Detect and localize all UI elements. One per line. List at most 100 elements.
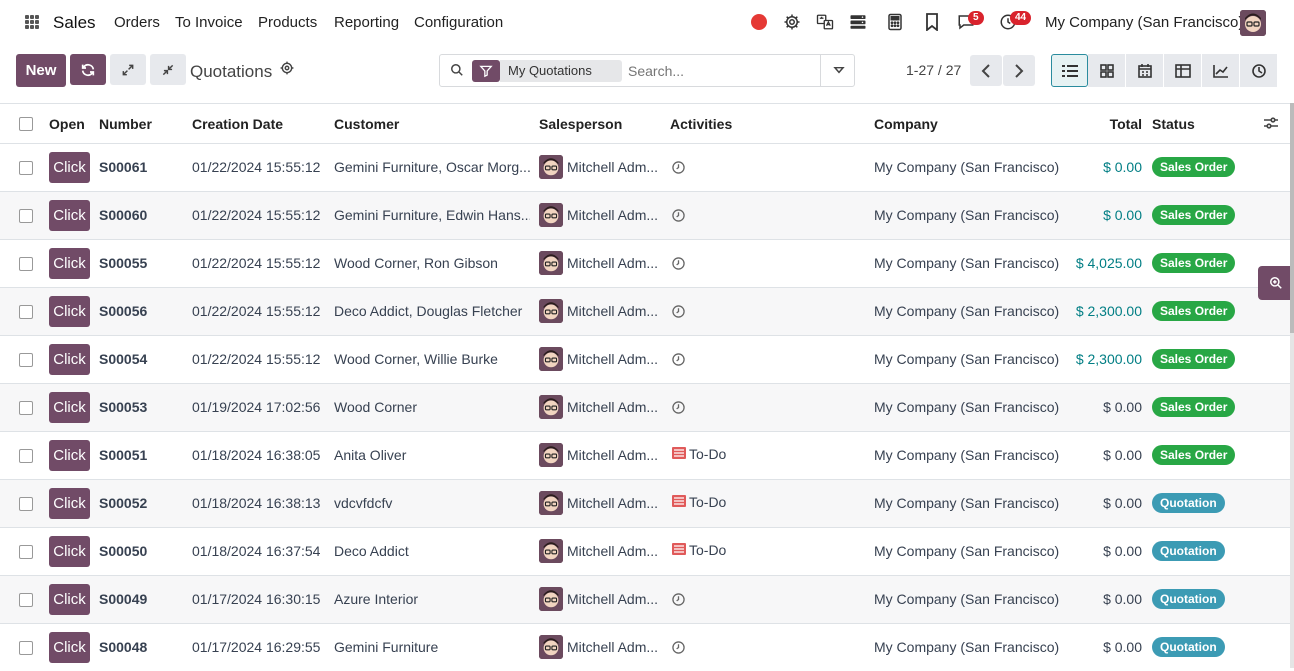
col-activities[interactable]: Activities [670,116,732,132]
open-row-button[interactable]: Click [49,248,90,279]
row-total: $ 0.00 [1103,543,1142,559]
activity-clock-icon[interactable] [672,353,685,369]
table-row[interactable]: Click S00056 01/22/2024 15:55:12 Deco Addic… [0,287,1290,335]
search-icon[interactable] [450,63,464,80]
search-facet-my-quotations[interactable]: My Quotations [500,60,622,82]
open-row-button[interactable]: Click [49,344,90,375]
table-row[interactable]: Click S00048 01/17/2024 16:29:55 Gemini Fur… [0,623,1290,671]
col-number[interactable]: Number [99,116,152,132]
open-row-button[interactable]: Click [49,296,90,327]
col-customer[interactable]: Customer [334,116,399,132]
row-checkbox[interactable] [19,161,33,175]
list-view-icon [1061,64,1078,77]
open-row-button[interactable]: Click [49,152,90,183]
open-row-button[interactable]: Click [49,632,90,663]
row-checkbox[interactable] [19,449,33,463]
calculator-icon[interactable] [885,12,905,32]
bookmark-icon[interactable] [922,12,942,32]
pager-value[interactable]: 1-27 / 27 [906,62,961,78]
open-row-button[interactable]: Click [49,536,90,567]
row-total: $ 2,300.00 [1075,351,1142,367]
row-checkbox[interactable] [19,257,33,271]
activity-clock-icon[interactable] [672,305,685,321]
row-checkbox[interactable] [19,305,33,319]
activity-clock-icon[interactable] [672,209,685,225]
app-switcher-icon[interactable] [25,15,39,29]
view-pivot-button[interactable] [1164,54,1201,87]
row-checkbox[interactable] [19,209,33,223]
row-number: S00056 [99,303,148,319]
col-company[interactable]: Company [874,116,938,132]
record-icon[interactable] [749,12,769,32]
row-checkbox[interactable] [19,353,33,367]
row-checkbox[interactable] [19,641,33,655]
row-checkbox[interactable] [19,497,33,511]
activity-todo[interactable]: To-Do [672,542,726,558]
table-row[interactable]: Click S00053 01/19/2024 17:02:56 Wood Corne… [0,383,1290,431]
col-status[interactable]: Status [1152,116,1195,132]
company-switcher[interactable]: My Company (San Francisco) [1045,14,1243,31]
row-checkbox[interactable] [19,401,33,415]
menu-to-invoice[interactable]: To Invoice [175,14,243,31]
scrollbar[interactable] [1290,103,1294,668]
optional-columns-icon[interactable] [1264,116,1278,132]
open-row-button[interactable]: Click [49,488,90,519]
activity-todo[interactable]: To-Do [672,494,726,510]
pager-previous-button[interactable] [970,55,1002,86]
menu-reporting[interactable]: Reporting [334,14,399,31]
server-icon[interactable] [848,12,868,32]
col-creation-date[interactable]: Creation Date [192,116,283,132]
pager-next-button[interactable] [1003,55,1035,86]
collapse-button[interactable] [150,54,186,85]
menu-products[interactable]: Products [258,14,317,31]
activity-clock-icon[interactable] [672,161,685,177]
row-customer: Azure Interior [334,591,419,607]
row-customer: Wood Corner, Ron Gibson [334,255,498,271]
new-button[interactable]: New [16,54,66,87]
table-row[interactable]: Click S00060 01/22/2024 15:55:12 Gemini Fur… [0,191,1290,239]
row-checkbox[interactable] [19,545,33,559]
activity-clock-icon[interactable] [672,641,685,657]
expand-button[interactable] [110,54,146,85]
activity-todo[interactable]: To-Do [672,446,726,462]
col-salesperson[interactable]: Salesperson [539,116,622,132]
row-company: My Company (San Francisco) [874,639,1060,655]
actions-gear-icon[interactable] [280,61,294,78]
activity-clock-icon[interactable] [672,593,685,609]
table-row[interactable]: Click S00051 01/18/2024 16:38:05 Anita Oliv… [0,431,1290,479]
view-list-button[interactable] [1051,54,1088,87]
user-avatar[interactable] [1240,10,1266,36]
activity-clock-icon[interactable] [672,401,685,417]
row-total: $ 0.00 [1103,591,1142,607]
table-row[interactable]: Click S00052 01/18/2024 16:38:13 vdcvfdcfv M… [0,479,1290,527]
col-open[interactable]: Open [49,116,85,132]
table-row[interactable]: Click S00055 01/22/2024 15:55:12 Wood Corne… [0,239,1290,287]
select-all-checkbox[interactable] [19,117,33,131]
menu-configuration[interactable]: Configuration [414,14,503,31]
search-options-caret-icon[interactable] [832,63,846,80]
open-row-button[interactable]: Click [49,200,90,231]
activity-clock-icon[interactable] [672,257,685,273]
table-row[interactable]: Click S00050 01/18/2024 16:37:54 Deco Addic… [0,527,1290,575]
open-row-button[interactable]: Click [49,392,90,423]
table-row[interactable]: Click S00054 01/22/2024 15:55:12 Wood Corne… [0,335,1290,383]
open-row-button[interactable]: Click [49,584,90,615]
row-checkbox[interactable] [19,593,33,607]
view-graph-button[interactable] [1202,54,1239,87]
col-total[interactable]: Total [1110,116,1142,132]
search-input[interactable] [628,60,818,82]
view-calendar-button[interactable] [1126,54,1163,87]
view-activity-button[interactable] [1240,54,1277,87]
open-row-button[interactable]: Click [49,440,90,471]
status-badge: Sales Order [1152,445,1236,465]
translate-icon[interactable] [815,12,835,32]
table-row[interactable]: Click S00049 01/17/2024 16:30:15 Azure Inte… [0,575,1290,623]
app-title[interactable]: Sales [53,13,96,33]
view-kanban-button[interactable] [1088,54,1125,87]
table-row[interactable]: Click S00061 01/22/2024 15:55:12 Gemini Fur… [0,143,1290,191]
row-customer: Gemini Furniture [334,639,439,655]
zoom-side-button[interactable] [1258,266,1294,300]
menu-orders[interactable]: Orders [114,14,160,31]
refresh-button[interactable] [70,54,106,85]
settings-gear-icon[interactable] [782,12,802,32]
